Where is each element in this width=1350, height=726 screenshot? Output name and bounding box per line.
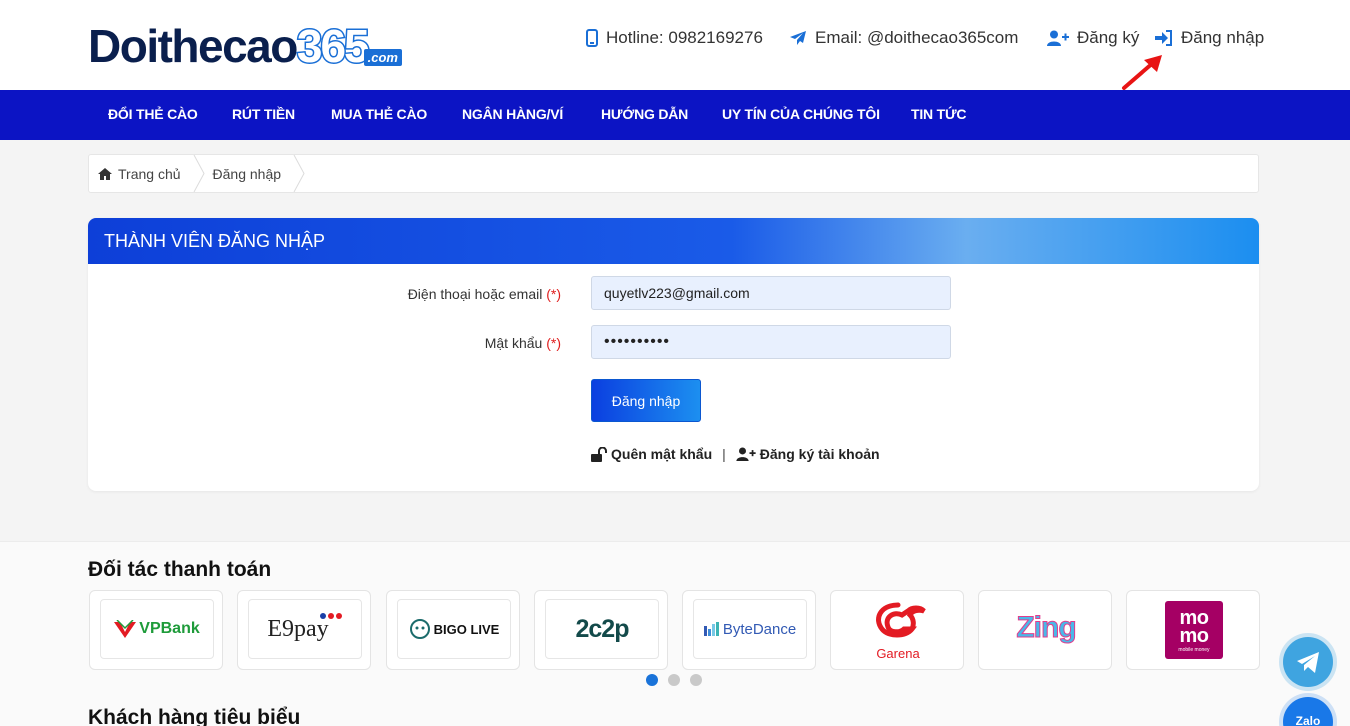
nav-item-mua-the-cao[interactable]: MUA THẺ CÀO [331,90,427,140]
zing-label: Zing [1016,611,1077,645]
site-logo[interactable]: Doithecao 365 .com [88,16,402,74]
2c2p-label: 2c2p [575,614,630,643]
carousel-dot-2[interactable] [668,674,680,686]
register-link[interactable]: Đăng ký [1047,28,1139,48]
telegram-float-button[interactable] [1283,637,1333,687]
breadcrumb-home-label: Trang chủ [118,165,181,182]
partner-momo[interactable]: momo mobile money [1126,590,1260,670]
carousel-dot-1[interactable] [646,674,658,686]
red-arrow-annotation [1122,55,1162,90]
login-card: THÀNH VIÊN ĐĂNG NHẬP Điện thoại hoặc ema… [88,218,1259,491]
breadcrumb-current: Đăng nhập [205,155,294,192]
password-label-text: Mật khẩu [484,335,543,351]
site-header: Doithecao 365 .com Hotline: 0982169276 E… [0,0,1350,90]
bigo-logo-icon [409,619,430,639]
bigo-label: BIGO LIVE [433,621,500,637]
momo-tagline: mobile money [1178,647,1210,653]
email-contact[interactable]: Email: @doithecao365com [789,28,1018,48]
e9pay-dots-icon [319,613,342,619]
hotline-text: Hotline: 0982169276 [606,28,763,47]
breadcrumb-separator [293,155,305,192]
nav-item-uy-tin[interactable]: UY TÍN CỦA CHÚNG TÔI [722,90,880,140]
main-nav: ĐỔI THẺ CÀO RÚT TIỀN MUA THẺ CÀO NGÂN HÀ… [0,90,1350,140]
login-link[interactable]: Đăng nhập [1155,28,1264,48]
phone-icon [586,29,598,47]
partners-title: Đối tác thanh toán [88,558,272,581]
partners-section: Đối tác thanh toán VPBank E9pay BIGO LIV… [0,541,1350,726]
garena-logo-icon [876,602,926,638]
forgot-password-label: Quên mật khẩu [611,446,713,462]
bytedance-label: ByteDance [722,620,797,638]
sign-in-icon [1155,30,1172,46]
partner-bigo-live[interactable]: BIGO LIVE [386,590,520,670]
nav-item-huong-dan[interactable]: HƯỚNG DẪN [601,90,688,140]
register-label: Đăng ký [1077,28,1140,47]
required-mark: (*) [546,335,561,351]
nav-item-ngan-hang-vi[interactable]: NGÂN HÀNG/VÍ [462,90,563,140]
required-mark: (*) [546,286,561,302]
user-plus-icon [1047,30,1069,46]
nav-item-doi-the-cao[interactable]: ĐỔI THẺ CÀO [108,90,198,140]
email-text: Email: @doithecao365com [815,28,1019,47]
paper-plane-icon [790,31,806,45]
logo-suffix: .com [363,49,402,66]
partner-e9pay[interactable]: E9pay [237,590,371,670]
logo-text: Doithecao [88,20,298,72]
breadcrumb-home[interactable]: Trang chủ [89,155,193,192]
momo-logo-icon: momo mobile money [1165,601,1223,659]
home-icon [98,167,112,180]
carousel-dots [646,674,712,686]
carousel-dot-3[interactable] [690,674,702,686]
login-label: Đăng nhập [1181,28,1265,47]
nav-item-rut-tien[interactable]: RÚT TIỀN [232,90,295,140]
nav-item-tin-tuc[interactable]: TIN TỨC [911,90,967,140]
partner-zing[interactable]: Zing [978,590,1112,670]
garena-label: Garena [876,646,920,661]
link-separator: | [722,446,726,462]
telegram-icon [1297,652,1319,673]
partner-2c2p[interactable]: 2c2p [534,590,668,670]
logo-number: 365 [295,19,371,74]
create-account-link[interactable]: Đăng ký tài khoản [736,446,880,462]
vpbank-label: VPBank [139,620,200,637]
create-account-label: Đăng ký tài khoản [759,446,880,462]
user-plus-icon [736,447,756,461]
featured-customers-title: Khách hàng tiêu biểu [88,706,301,726]
login-card-title: THÀNH VIÊN ĐĂNG NHẬP [88,218,1259,264]
phone-email-input[interactable]: quyetlv223@gmail.com [591,276,951,310]
zalo-label: Zalo [1295,714,1321,726]
partner-bytedance[interactable]: ByteDance [682,590,816,670]
account-links: Quên mật khẩu | Đăng ký tài khoản [591,444,880,464]
password-label: Mật khẩu (*) [485,335,561,351]
hotline[interactable]: Hotline: 0982169276 [586,28,763,48]
unlock-icon [591,446,607,462]
forgot-password-link[interactable]: Quên mật khẩu [591,446,712,462]
phone-email-label-text: Điện thoại hoặc email [407,286,543,302]
login-submit-button[interactable]: Đăng nhập [591,379,701,422]
partner-vpbank[interactable]: VPBank [89,590,223,670]
breadcrumb: Trang chủ Đăng nhập [88,154,1259,193]
breadcrumb-current-label: Đăng nhập [212,165,282,182]
bytedance-logo-icon [703,622,719,636]
phone-email-label: Điện thoại hoặc email (*) [408,286,561,302]
vpbank-logo-icon [114,620,137,638]
password-input[interactable]: •••••••••• [591,325,951,359]
partner-garena[interactable]: Garena [830,590,964,670]
momo-label: momo [1179,607,1210,647]
breadcrumb-separator [193,155,205,192]
